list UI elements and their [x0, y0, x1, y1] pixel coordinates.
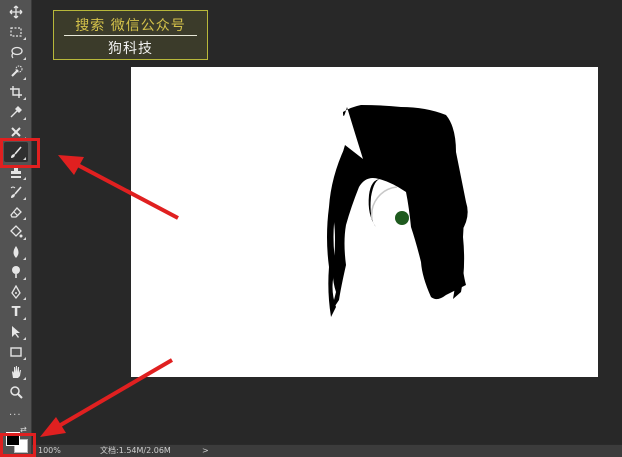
- lasso-tool[interactable]: [4, 42, 28, 62]
- watermark-line2: 狗科技: [108, 41, 153, 57]
- rectangle-tool[interactable]: [4, 342, 28, 362]
- blur-icon: [13, 246, 19, 258]
- type-icon: T: [11, 304, 21, 320]
- eyedropper-icon: [10, 106, 22, 118]
- dodge-tool[interactable]: [4, 262, 28, 282]
- zoom-tool[interactable]: [4, 382, 28, 402]
- color-swatch-highlight: [0, 433, 36, 457]
- brush-tool-highlight: [0, 138, 40, 168]
- quick-selection-tool[interactable]: [4, 62, 28, 82]
- move-tool[interactable]: [4, 2, 28, 22]
- type-tool[interactable]: T: [4, 302, 28, 322]
- history-brush-icon: [10, 186, 22, 198]
- dodge-icon: [12, 266, 20, 278]
- document-size-info: 文档:1.54M/2.06M: [100, 446, 171, 455]
- pen-icon: [11, 285, 21, 299]
- watermark-label: 搜索 微信公众号 狗科技: [53, 10, 208, 60]
- eraser-tool[interactable]: [4, 202, 28, 222]
- lasso-icon: [11, 46, 23, 59]
- move-icon: [9, 5, 23, 19]
- eraser-icon: [10, 207, 22, 218]
- hand-icon: [12, 366, 21, 378]
- blur-tool[interactable]: [4, 242, 28, 262]
- zoom-icon: [10, 386, 23, 399]
- healing-icon: [11, 127, 21, 137]
- watermark-line1: 搜索 微信公众号: [75, 18, 186, 34]
- hair-silhouette-mask: [327, 105, 468, 317]
- history-brush-tool[interactable]: [4, 182, 28, 202]
- crop-tool[interactable]: [4, 82, 28, 102]
- quick-selection-icon: [11, 65, 23, 77]
- more-tools-button[interactable]: ···: [9, 410, 23, 421]
- rectangle-icon: [10, 347, 22, 357]
- watermark-divider: [64, 35, 197, 36]
- document-canvas[interactable]: [131, 67, 598, 377]
- marquee-tool[interactable]: [4, 22, 28, 42]
- tools-panel: T ··· ⇄: [0, 0, 32, 457]
- crop-icon: [10, 86, 22, 98]
- status-menu-arrow[interactable]: >: [202, 445, 209, 457]
- eyedropper-tool[interactable]: [4, 102, 28, 122]
- hand-tool[interactable]: [4, 362, 28, 382]
- zoom-level[interactable]: 100%: [38, 445, 61, 457]
- pen-tool[interactable]: [4, 282, 28, 302]
- path-selection-tool[interactable]: [4, 322, 28, 342]
- status-bar: 100% 文档:1.54M/2.06M >: [32, 444, 622, 457]
- paint-bucket-tool[interactable]: [4, 222, 28, 242]
- marquee-icon: [10, 27, 22, 37]
- bucket-icon: [10, 225, 23, 238]
- path-selection-icon: [12, 326, 20, 338]
